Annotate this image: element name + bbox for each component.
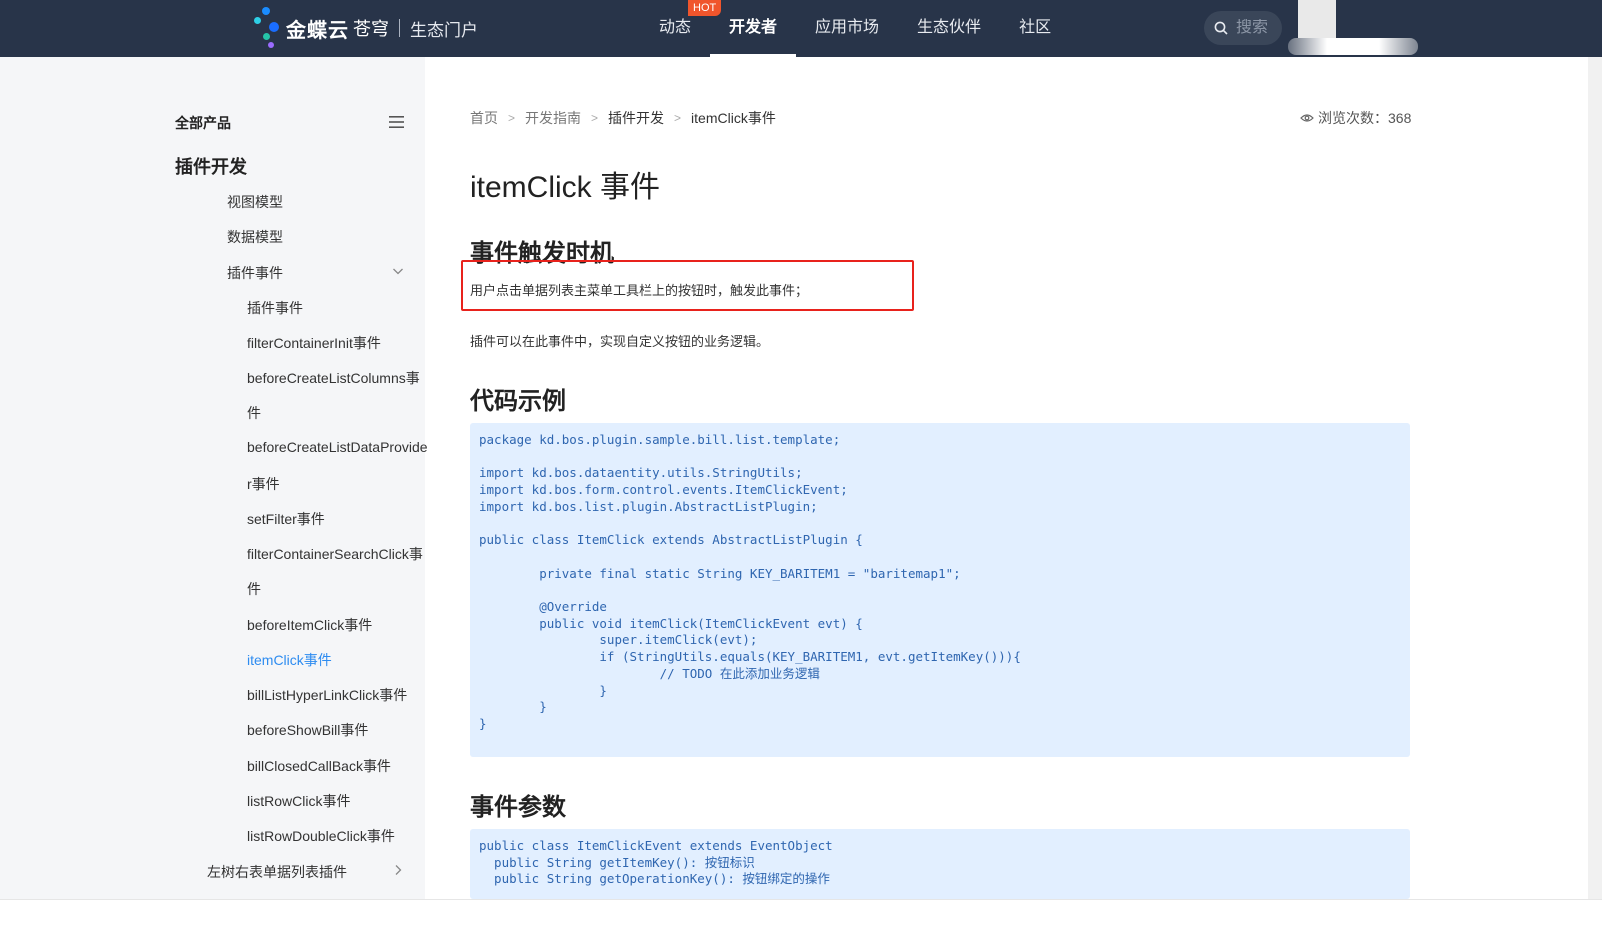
- bottom-status-strip: [0, 899, 1602, 929]
- breadcrumb-current: itemClick事件: [691, 110, 776, 126]
- logo-portal: 生态门户: [410, 20, 478, 40]
- search-icon: [1214, 21, 1228, 35]
- sidebar-item-beforeshowbill[interactable]: beforeShowBill事件: [247, 720, 368, 740]
- nav-item-app-market[interactable]: 应用市场: [796, 0, 898, 57]
- breadcrumb-separator-icon: >: [591, 111, 599, 125]
- menu-icon[interactable]: [389, 116, 404, 128]
- sidebar-item-filtercontainersearchclick-wrap[interactable]: 件: [247, 579, 261, 599]
- sidebar-item-beforeitemclick[interactable]: beforeItemClick事件: [247, 615, 372, 635]
- breadcrumb-separator-icon: >: [508, 111, 516, 125]
- nav-item-community[interactable]: 社区: [1000, 0, 1070, 57]
- sidebar-item-plugin-events-sub[interactable]: 插件事件: [247, 298, 303, 318]
- view-count: 浏览次数： 368: [1300, 108, 1411, 128]
- sidebar-item-setfilter[interactable]: setFilter事件: [247, 509, 325, 529]
- sidebar-item-billlisthyperlinkclick[interactable]: billListHyperLinkClick事件: [247, 685, 407, 705]
- sidebar-item-beforecreatelistdataprovider[interactable]: beforeCreateListDataProvide: [247, 439, 428, 455]
- eye-icon: [1300, 114, 1314, 122]
- sidebar-heading[interactable]: 全部产品: [175, 113, 231, 133]
- search-box[interactable]: [1204, 11, 1282, 45]
- chevron-right-icon[interactable]: [392, 864, 404, 876]
- logo-brand: 金蝶云: [286, 19, 349, 42]
- sidebar-item-billclosedcallback[interactable]: billClosedCallBack事件: [247, 756, 391, 776]
- sidebar-item-tree-list-plugin[interactable]: 左树右表单据列表插件: [207, 862, 347, 882]
- page-scrollbar[interactable]: [1588, 57, 1602, 899]
- view-count-value: 368: [1388, 110, 1412, 126]
- sidebar-item-beforecreatelistcolumns[interactable]: beforeCreateListColumns事: [247, 368, 420, 388]
- code-sample-block: package kd.bos.plugin.sample.bill.list.t…: [470, 423, 1410, 757]
- logo-divider: [399, 19, 400, 37]
- sidebar-item-filtercontainerinit[interactable]: filterContainerInit事件: [247, 333, 381, 353]
- breadcrumb-dev-guide[interactable]: 开发指南: [525, 108, 581, 128]
- user-name-blur: [1288, 38, 1418, 55]
- section-params-heading: 事件参数: [470, 794, 566, 821]
- sidebar-item-beforecreatelistdataprovider-wrap[interactable]: r事件: [247, 474, 280, 494]
- hot-badge: HOT: [688, 0, 722, 16]
- sidebar-section-title[interactable]: 插件开发: [175, 153, 247, 179]
- view-count-label: 浏览次数：: [1318, 110, 1388, 126]
- logo-mark-icon: [254, 6, 282, 50]
- description-text: 插件可以在此事件中，实现自定义按钮的业务逻辑。: [470, 334, 770, 349]
- section-code-heading: 代码示例: [470, 388, 566, 415]
- search-input[interactable]: [1236, 19, 1280, 37]
- page-title: itemClick 事件: [470, 171, 661, 204]
- breadcrumb-plugin-dev[interactable]: 插件开发: [608, 108, 664, 128]
- logo-sub: 苍穹: [353, 19, 389, 39]
- sidebar-item-beforecreatelistcolumns-wrap[interactable]: 件: [247, 403, 261, 423]
- trigger-text: 用户点击单据列表主菜单工具栏上的按钮时，触发此事件；: [470, 283, 809, 298]
- chevron-down-icon[interactable]: [392, 265, 404, 277]
- nav-item-developer[interactable]: 开发者: [710, 0, 797, 57]
- sidebar-item-listrowclick[interactable]: listRowClick事件: [247, 791, 350, 811]
- sidebar-item-itemclick[interactable]: itemClick事件: [247, 650, 332, 670]
- nav-item-partners[interactable]: 生态伙伴: [898, 0, 1000, 57]
- sidebar-item-data-model[interactable]: 数据模型: [227, 227, 283, 247]
- breadcrumb: 首页 > 开发指南 > 插件开发 > itemClick事件: [470, 108, 776, 128]
- breadcrumb-separator-icon: >: [674, 111, 682, 125]
- avatar[interactable]: [1298, 0, 1336, 38]
- sidebar-item-listrowdoubleclick[interactable]: listRowDoubleClick事件: [247, 826, 395, 846]
- sidebar-item-view-model[interactable]: 视图模型: [227, 192, 283, 212]
- logo[interactable]: 金蝶云 苍穹 生态门户: [254, 6, 478, 50]
- breadcrumb-home[interactable]: 首页: [470, 108, 498, 128]
- code-params-block: public class ItemClickEvent extends Even…: [470, 829, 1410, 899]
- sidebar-item-plugin-events[interactable]: 插件事件: [227, 263, 283, 283]
- sidebar-item-filtercontainersearchclick[interactable]: filterContainerSearchClick事: [247, 544, 423, 564]
